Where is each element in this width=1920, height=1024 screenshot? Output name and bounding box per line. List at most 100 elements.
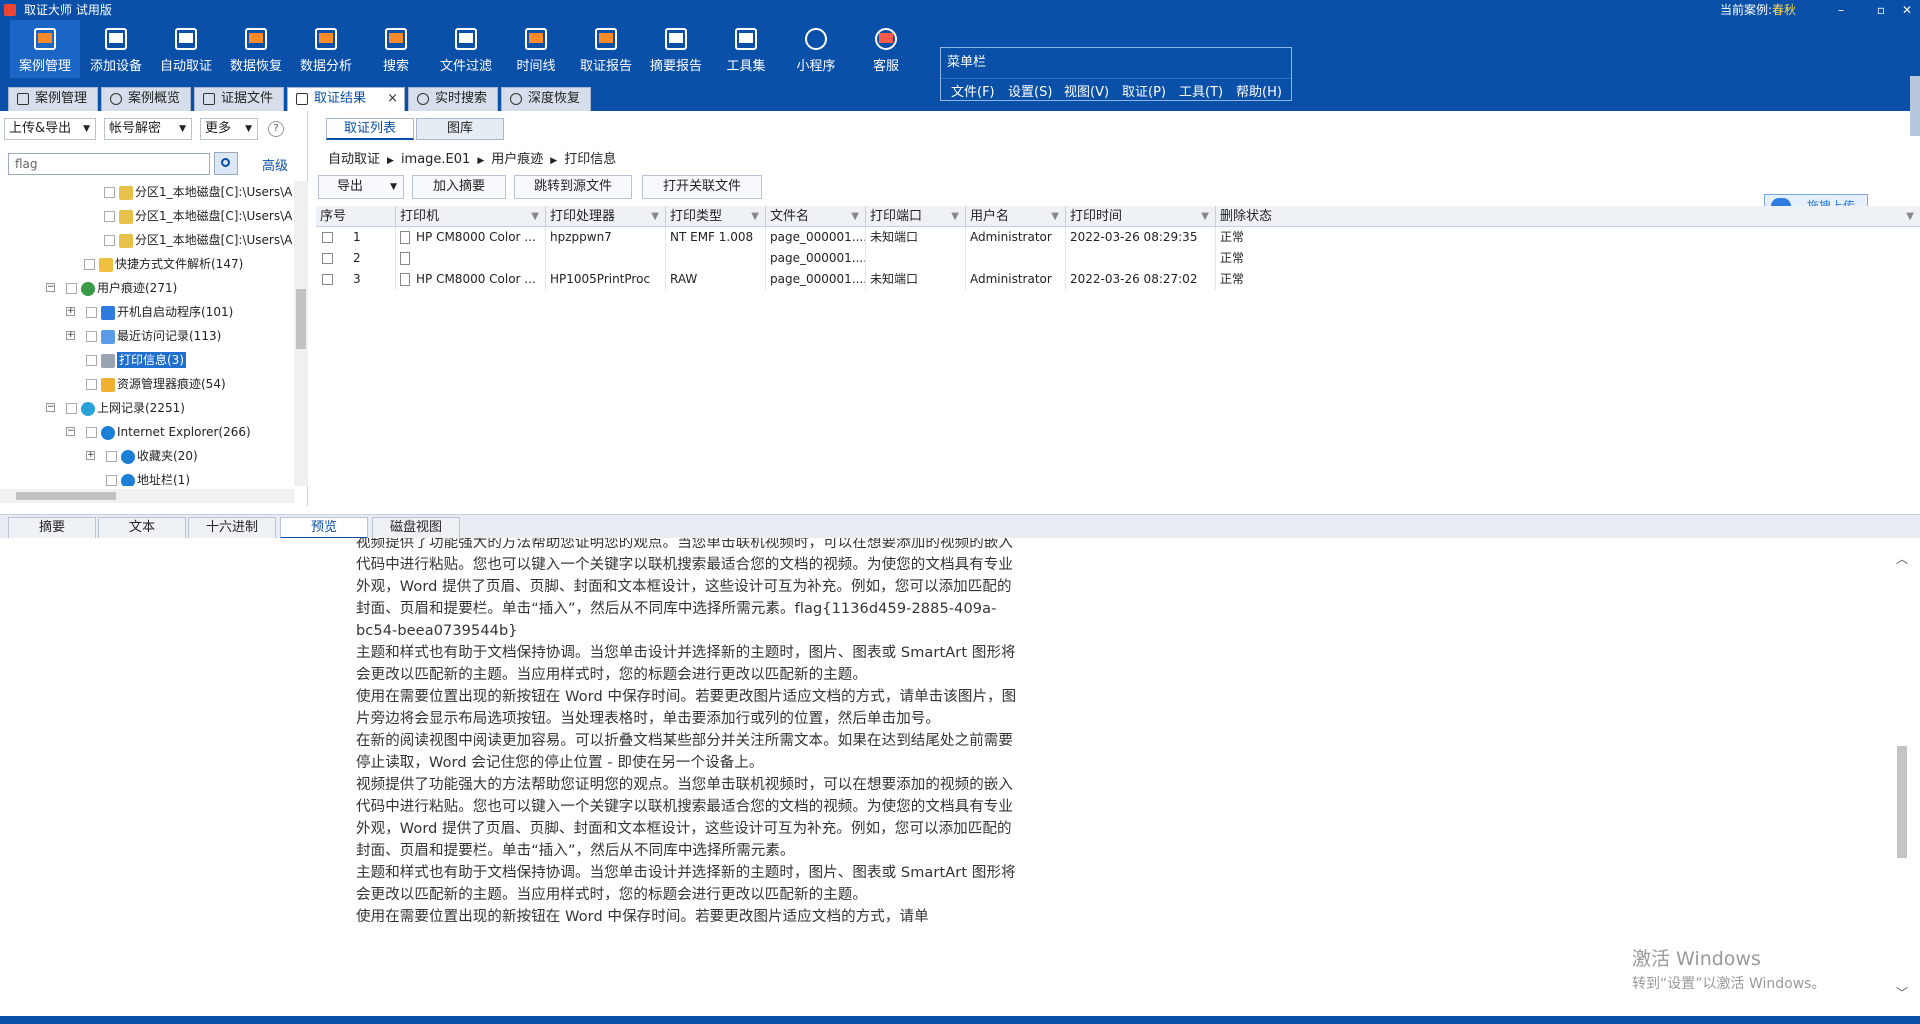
checkbox[interactable] (106, 451, 117, 462)
scroll-up-icon[interactable]: ︿ (1896, 550, 1908, 567)
checkbox[interactable] (66, 283, 77, 294)
close-button[interactable]: ✕ (1894, 0, 1920, 20)
row-checkbox[interactable] (322, 232, 333, 243)
tab-deep-recovery[interactable]: 深度恢复 (501, 87, 591, 111)
tab-case-manage[interactable]: 案例管理 (8, 87, 98, 111)
filter-icon[interactable]: ▼ (1201, 206, 1209, 227)
top-scrollbar-thumb[interactable] (1910, 76, 1920, 136)
tab-evidence-files[interactable]: 证据文件 (194, 87, 284, 111)
tree-node-internet-explorer[interactable]: − Internet Explorer(266) (66, 421, 251, 443)
table-row[interactable]: 1 HP CM8000 Color ... hpzppwn7 NT EMF 1.… (316, 227, 1920, 248)
checkbox[interactable] (104, 211, 115, 222)
help-button[interactable]: ? (268, 121, 284, 137)
tree-node-partition-2[interactable]: 分区1_本地磁盘[C]:\Users\A (104, 205, 292, 227)
jump-source-button[interactable]: 跳转到源文件 (514, 175, 632, 199)
column-header[interactable]: 打印处理器 ▼ (546, 206, 666, 227)
tab-summary[interactable]: 摘要 (8, 517, 96, 539)
toolbar-summary-report[interactable]: 摘要报告 (642, 20, 710, 78)
expand-icon[interactable]: + (66, 307, 75, 316)
filter-icon[interactable]: ▼ (1051, 206, 1059, 227)
toolbar-auto-forensics[interactable]: 自动取证 (152, 20, 220, 78)
toolbar-miniprogram[interactable]: 小程序 (782, 20, 850, 78)
column-header[interactable]: 打印端口 ▼ (866, 206, 966, 227)
collapse-icon[interactable]: − (46, 283, 55, 292)
search-button[interactable] (214, 152, 238, 175)
table-row[interactable]: 3 HP CM8000 Color ... HP1005PrintProc RA… (316, 269, 1920, 290)
tree-node-recent-access[interactable]: + 最近访问记录(113) (66, 325, 221, 347)
checkbox[interactable] (86, 427, 97, 438)
account-decrypt-dropdown[interactable]: 帐号解密 ▼ (104, 118, 192, 140)
row-checkbox[interactable] (322, 274, 333, 285)
column-header[interactable]: 打印时间 ▼ (1066, 206, 1216, 227)
toolbar-file-filter[interactable]: 文件过滤 (432, 20, 500, 78)
filter-icon[interactable]: ▼ (851, 206, 859, 227)
toolbar-search[interactable]: 搜索 (362, 20, 430, 78)
tree-node-address-bar[interactable]: 地址栏(1) (106, 469, 190, 486)
collapse-icon[interactable]: − (66, 427, 75, 436)
filter-icon[interactable]: ▼ (651, 206, 659, 227)
collapse-icon[interactable]: − (46, 403, 55, 412)
filter-icon[interactable]: ▼ (531, 206, 539, 227)
checkbox[interactable] (86, 331, 97, 342)
tree-node-print-info[interactable]: 打印信息(3) (86, 349, 186, 371)
filter-icon[interactable]: ▼ (951, 206, 959, 227)
tab-forensics-results[interactable]: 取证结果 × (287, 87, 405, 111)
more-dropdown[interactable]: 更多 ▼ (200, 118, 258, 140)
toolbar-case-manage[interactable]: 案例管理 (10, 20, 80, 78)
scrollbar-thumb[interactable] (1897, 746, 1907, 858)
column-header[interactable]: 打印类型 ▼ (666, 206, 766, 227)
breadcrumb-item[interactable]: 用户痕迹 (491, 152, 543, 167)
minimize-button[interactable]: – (1828, 0, 1854, 20)
tab-hex[interactable]: 十六进制 (188, 517, 276, 539)
maximize-button[interactable]: ▫ (1868, 0, 1894, 20)
preview-scrollbar[interactable]: ︿ ﹀ (1893, 546, 1911, 1006)
tree-node-user-traces[interactable]: − 用户痕迹(271) (46, 277, 177, 299)
tree-vertical-scrollbar[interactable] (294, 181, 308, 486)
tab-text[interactable]: 文本 (98, 517, 186, 539)
checkbox[interactable] (86, 379, 97, 390)
tree-node-explorer-traces[interactable]: 资源管理器痕迹(54) (86, 373, 226, 395)
expand-icon[interactable]: + (66, 331, 75, 340)
tree-node-shortcut-files[interactable]: 快捷方式文件解析(147) (84, 253, 243, 275)
toolbar-customer-service[interactable]: 客服 (852, 20, 920, 78)
checkbox[interactable] (104, 235, 115, 246)
tab-gallery[interactable]: 图库 (416, 118, 504, 140)
open-linked-file-button[interactable]: 打开关联文件 (642, 175, 762, 199)
scroll-down-icon[interactable]: ﹀ (1896, 984, 1908, 1001)
tree-node-startup-programs[interactable]: + 开机自启动程序(101) (66, 301, 233, 323)
breadcrumb-item[interactable]: 自动取证 (328, 152, 380, 167)
close-tab-icon[interactable]: × (387, 88, 398, 110)
checkbox[interactable] (106, 475, 117, 486)
toolbar-add-device[interactable]: 添加设备 (82, 20, 150, 78)
breadcrumb-item[interactable]: image.E01 (401, 152, 470, 167)
export-button[interactable]: 导出 ▼ (318, 175, 404, 199)
column-header[interactable]: 用户名 ▼ (966, 206, 1066, 227)
add-summary-button[interactable]: 加入摘要 (412, 175, 506, 199)
tab-live-search[interactable]: 实时搜索 (408, 87, 498, 111)
filter-icon[interactable]: ▼ (1906, 206, 1914, 227)
column-header[interactable]: 删除状态 ▼ (1216, 206, 1920, 227)
tree-horizontal-scrollbar[interactable] (0, 489, 294, 503)
toolbar-data-recovery[interactable]: 数据恢复 (222, 20, 290, 78)
checkbox[interactable] (84, 259, 95, 270)
column-header[interactable]: 文件名 ▼ (766, 206, 866, 227)
toolbar-forensics-report[interactable]: 取证报告 (572, 20, 640, 78)
tree-node-web-history[interactable]: − 上网记录(2251) (46, 397, 185, 419)
table-row[interactable]: 2 page_000001.... 正常 (316, 248, 1920, 269)
checkbox[interactable] (86, 307, 97, 318)
filter-icon[interactable]: ▼ (751, 206, 759, 227)
toolbar-data-analysis[interactable]: 数据分析 (292, 20, 360, 78)
column-header[interactable]: 打印机 ▼ (396, 206, 546, 227)
toolbar-timeline[interactable]: 时间线 (502, 20, 570, 78)
tree-node-partition-3[interactable]: 分区1_本地磁盘[C]:\Users\A (104, 229, 292, 251)
checkbox[interactable] (66, 403, 77, 414)
tab-preview[interactable]: 预览 (280, 517, 368, 539)
tab-evidence-list[interactable]: 取证列表 (326, 118, 414, 140)
search-input[interactable]: flag (8, 153, 210, 175)
toolbar-toolset[interactable]: 工具集 (712, 20, 780, 78)
tab-case-overview[interactable]: 案例概览 (101, 87, 191, 111)
checkbox[interactable] (86, 355, 97, 366)
checkbox[interactable] (104, 187, 115, 198)
tab-disk-view[interactable]: 磁盘视图 (372, 517, 460, 539)
expand-icon[interactable]: + (86, 451, 95, 460)
